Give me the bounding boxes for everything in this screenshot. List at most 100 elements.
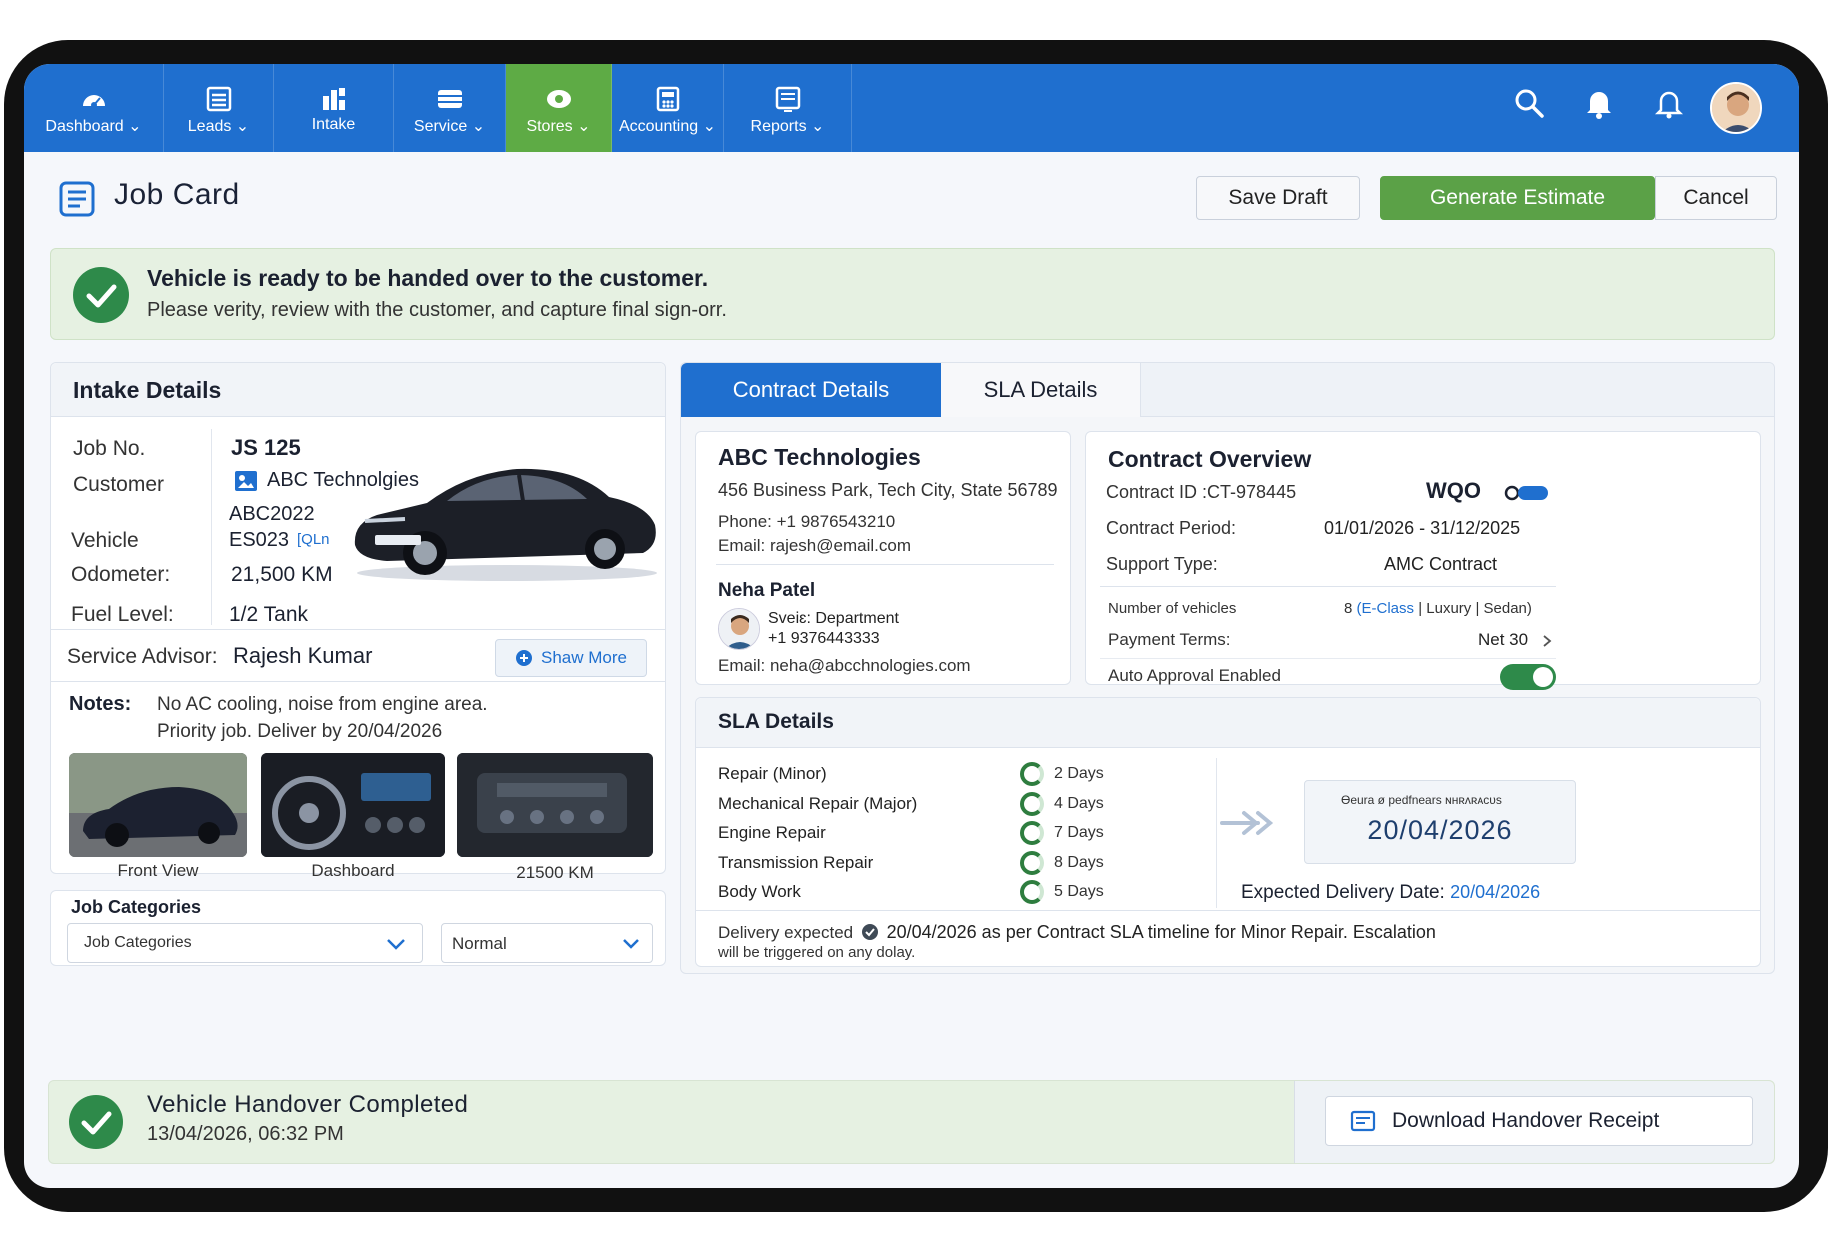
download-receipt-label: Download Handover Receipt <box>1392 1109 1660 1132</box>
search-icon[interactable] <box>1512 86 1546 120</box>
nav-accounting[interactable]: Accounting ⌄ <box>612 64 724 152</box>
nav-stores[interactable]: Stores ⌄ <box>506 64 612 152</box>
delivery-box-date: 20/04/2026 <box>1367 815 1513 845</box>
handover-title: Vehicle Handover Completed <box>147 1091 469 1118</box>
contact-email: Email: neha@abcchnologies.com <box>718 656 971 675</box>
nav-dashboard[interactable]: Dashboard ⌄ <box>24 64 164 152</box>
nav-reports-label: Reports <box>750 118 807 135</box>
sla-note-line-1: Delivery expected 20/04/2026 as per Cont… <box>718 922 1436 943</box>
auto-approval-toggle[interactable] <box>1500 664 1556 690</box>
contract-period-label: Contract Period: <box>1106 518 1237 538</box>
top-nav: Dashboard ⌄ Leads ⌄ Intake Service ⌄ Sto… <box>24 64 1799 152</box>
small-check-icon <box>861 924 878 940</box>
plus-circle-icon <box>516 650 532 666</box>
vehicles-label: Number of vehicles <box>1108 600 1237 617</box>
contract-address: 456 Business Park, Tech City, State 5678… <box>718 480 1058 500</box>
delivery-date-box: Ɵeura ø pedfnears ɴʜʀʌʀᴀcᴜs 20/04/2026 <box>1304 780 1576 864</box>
sla-row-days: 2 Days <box>1054 765 1104 782</box>
sla-row-name: Mechanical Repair (Major) <box>718 793 918 813</box>
banner-subtitle: Please verity, review with the customer,… <box>147 299 727 321</box>
notes-separator <box>51 681 665 682</box>
photo-engine[interactable] <box>457 753 653 857</box>
contract-panel: Contract Details SLA Details ABC Technol… <box>680 362 1775 974</box>
footer-actions: Download Handover Receipt <box>1294 1081 1774 1163</box>
cancel-button[interactable]: Cancel <box>1655 176 1777 220</box>
accounting-icon <box>656 86 679 112</box>
priority-select[interactable]: Normal <box>441 923 653 963</box>
nav-reports[interactable]: Reports ⌄ <box>724 64 852 152</box>
bell-outline-icon[interactable] <box>1652 86 1686 120</box>
contact-department: Sveiɛ: Department <box>768 610 899 627</box>
nav-leads[interactable]: Leads ⌄ <box>164 64 274 152</box>
photo-dashboard[interactable] <box>261 753 445 857</box>
handover-timestamp: 13/04/2026, 06:32 PM <box>147 1123 344 1145</box>
vehicles-rest: | Luxury | Sedan) <box>1418 600 1532 617</box>
nav-intake[interactable]: Intake <box>274 64 394 152</box>
handover-footer: Vehicle Handover Completed 13/04/2026, 0… <box>48 1080 1775 1164</box>
sla-row: Engine Repair 7 Days <box>696 821 1216 849</box>
notes-line-2: Priority job. Deliver by 20/04/2026 <box>157 721 443 742</box>
notes-line-1: No AC cooling, noise from engine area. <box>157 694 488 715</box>
company-flag-icon <box>235 471 257 491</box>
odometer-label: Odometer: <box>71 563 171 586</box>
contract-customer-card: ABC Technologies 456 Business Park, Tech… <box>695 431 1071 685</box>
contract-id: Contract ID :CT-978445 <box>1106 482 1297 502</box>
photo-front-caption: Front View <box>117 861 199 880</box>
sla-row: Repair (Minor) 2 Days <box>696 762 1216 790</box>
customer-label: Customer <box>73 473 165 496</box>
job-no-label: Job No. <box>73 437 146 460</box>
dashboard-image <box>261 753 445 857</box>
contract-card-divider <box>716 564 1054 565</box>
bell-icon[interactable] <box>1582 86 1616 120</box>
avatar[interactable] <box>1710 82 1762 134</box>
nav-service-label: Service <box>413 118 468 135</box>
sla-row-name: Body Work <box>718 882 801 901</box>
sla-header: SLA Details <box>696 698 1760 748</box>
nav-dashboard-label: Dashboard <box>45 118 124 135</box>
save-draft-button[interactable]: Save Draft <box>1196 176 1360 220</box>
sla-status-icon <box>1020 791 1044 816</box>
sla-row-name: Repair (Minor) <box>718 764 827 783</box>
sla-status-icon <box>1020 762 1044 786</box>
contact-phone: +1 9376443333 <box>768 630 880 647</box>
contact-avatar-icon <box>719 609 759 649</box>
download-receipt-button[interactable]: Download Handover Receipt <box>1325 1096 1753 1146</box>
tab-sla-details[interactable]: SLA Details <box>941 363 1141 417</box>
service-advisor-label: Service Advisor: <box>67 645 218 668</box>
sla-footer-divider <box>696 910 1760 911</box>
contract-overview-title: Contract Overview <box>1108 446 1312 472</box>
sla-vertical-divider <box>1216 758 1217 908</box>
vehicles-class: (E-Class <box>1356 600 1415 617</box>
intake-title: Intake Details <box>73 377 222 403</box>
app-screen: Dashboard ⌄ Leads ⌄ Intake Service ⌄ Sto… <box>24 64 1799 1188</box>
intake-header: Intake Details <box>51 363 665 417</box>
vehicle-value: ES023 <box>229 529 290 551</box>
fuel-value: 1/2 Tank <box>229 603 309 626</box>
sla-note-line-2: will be triggered on any dolay. <box>718 944 916 961</box>
vehicle-image <box>354 468 657 581</box>
generate-estimate-button[interactable]: Generate Estimate <box>1380 176 1655 220</box>
tab-contract-details[interactable]: Contract Details <box>681 363 941 417</box>
ready-banner: Vehicle is ready to be handed over to th… <box>50 248 1775 340</box>
sla-status-icon <box>1020 821 1044 845</box>
page-title: Job Card <box>114 178 240 211</box>
service-advisor-value: Rajesh Kumar <box>233 643 373 668</box>
intake-separator <box>51 629 665 630</box>
sla-row-days: 4 Days <box>1054 794 1104 812</box>
chevron-down-icon <box>623 939 639 949</box>
nav-service[interactable]: Service ⌄ <box>394 64 506 152</box>
chevron-right-icon[interactable] <box>1542 634 1552 648</box>
nav-intake-label: Intake <box>311 116 356 133</box>
vehicle-tag: [QLn <box>297 531 330 548</box>
contract-toggle-icon <box>1504 485 1548 501</box>
support-type-value: AMC Contract <box>1384 554 1498 574</box>
show-more-button[interactable]: Shaw More <box>495 639 647 677</box>
job-no-value: JS 125 <box>231 435 301 460</box>
job-categories-select[interactable]: Job Categories <box>67 923 423 963</box>
front-view-image <box>69 753 247 857</box>
nav-leads-label: Leads <box>187 118 232 135</box>
expected-delivery-date: 20/04/2026 <box>1450 882 1541 902</box>
photo-front-view[interactable] <box>69 753 247 857</box>
contract-phone: Phone: +1 9876543210 <box>718 512 896 531</box>
payment-divider <box>1100 658 1556 659</box>
